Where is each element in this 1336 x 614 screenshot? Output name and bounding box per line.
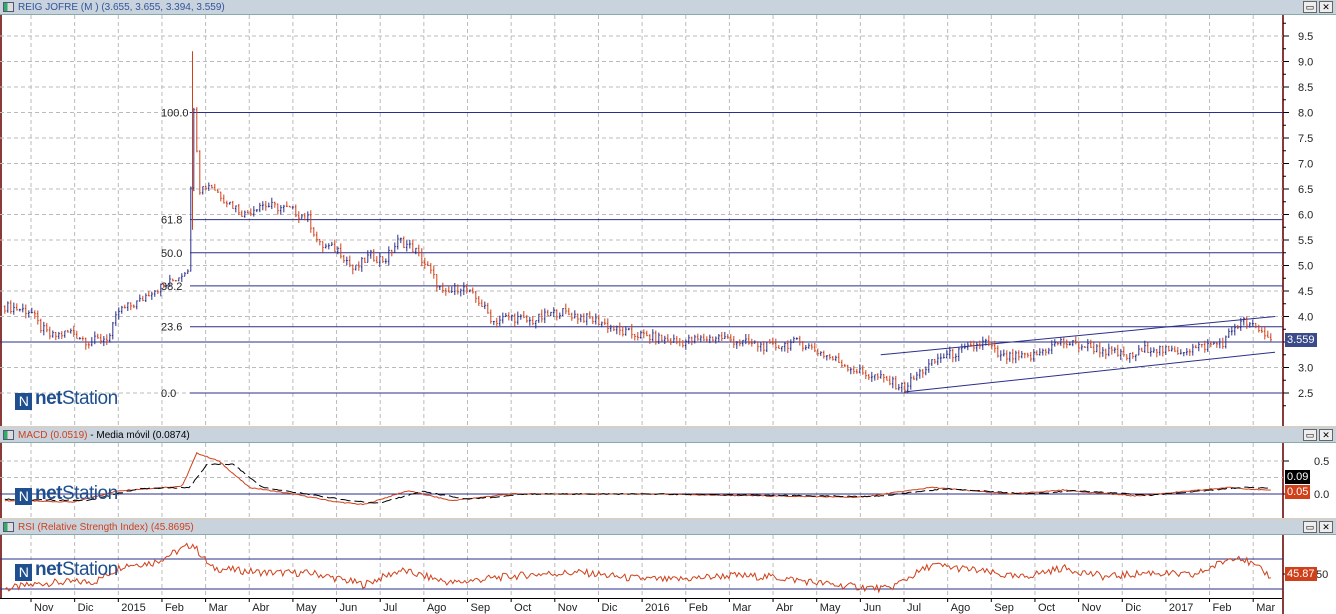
y-tick-label: 8.0 bbox=[1298, 108, 1313, 120]
y-tick-label: 50 bbox=[1316, 569, 1328, 581]
last-price-tag: 3.559 bbox=[1285, 333, 1317, 347]
netstation-logo: NnetStation bbox=[15, 483, 118, 505]
x-tick-label: Abr bbox=[252, 602, 269, 614]
y-tick-label: 4.5 bbox=[1298, 286, 1313, 298]
x-tick-label: Jul bbox=[907, 602, 921, 614]
y-tick-label: 8.5 bbox=[1298, 82, 1313, 94]
y-tick-label: 5.5 bbox=[1298, 235, 1313, 247]
netstation-logo: NnetStation bbox=[15, 388, 118, 410]
channel-line bbox=[903, 351, 1276, 393]
rsi-panel-titlebar: RSI (Relative Strength Index) (45.8695) … bbox=[0, 520, 1336, 535]
x-tick-label: Feb bbox=[689, 602, 708, 614]
y-tick-label: 0.0 bbox=[1314, 489, 1329, 501]
date-axis: Nov Dic 2015 Feb Mar Abr May Jun Jul Ago Sep Oct Nov… bbox=[0, 598, 1336, 614]
x-tick-label: Jul bbox=[383, 602, 397, 614]
x-tick-label: Mar bbox=[1256, 602, 1275, 614]
macd-title: MACD (0.0519) bbox=[18, 430, 88, 441]
channel-line bbox=[880, 316, 1276, 356]
x-tick-label: Nov bbox=[1082, 602, 1102, 614]
price-chart[interactable]: 2.53.03.54.04.55.05.56.06.57.07.58.08.59… bbox=[0, 15, 1336, 426]
signal-title: Media móvil (0.0874) bbox=[96, 430, 190, 441]
rsi-title: RSI (Relative Strength Index) (45.8695) bbox=[18, 522, 194, 533]
chart-window-icon bbox=[3, 2, 14, 12]
y-tick-label: 9.0 bbox=[1298, 57, 1313, 69]
macd-panel: MACD (0.0519) - Media móvil (0.0874) ▭ ✕… bbox=[0, 428, 1336, 518]
y-tick-label: 3.0 bbox=[1298, 363, 1313, 375]
netstation-logo: NnetStation bbox=[15, 559, 118, 581]
macd-value-tag: 0.05 bbox=[1285, 485, 1311, 499]
x-tick-label: Oct bbox=[514, 602, 531, 614]
x-tick-label: 2015 bbox=[121, 602, 145, 614]
fibonacci-label: 0.0 bbox=[161, 388, 176, 400]
y-tick-label: 0.5 bbox=[1314, 456, 1329, 468]
y-tick-label: 9.5 bbox=[1298, 31, 1313, 43]
x-tick-label: Dic bbox=[1125, 602, 1141, 614]
netstation-logo-icon: N bbox=[15, 393, 32, 410]
x-tick-label: 2016 bbox=[645, 602, 669, 614]
price-panel: REIG JOFRE (M ) (3.655, 3.655, 3.394, 3.… bbox=[0, 0, 1336, 426]
x-tick-label: Feb bbox=[1213, 602, 1232, 614]
x-tick-label: Jun bbox=[340, 602, 358, 614]
restore-button[interactable]: ▭ bbox=[1303, 1, 1317, 13]
rsi-value-tag: 45.87 bbox=[1285, 567, 1317, 581]
x-tick-label: Feb bbox=[165, 602, 184, 614]
netstation-logo-icon: N bbox=[15, 488, 32, 505]
x-tick-label: Dic bbox=[78, 602, 94, 614]
fibonacci-label: 100.0 bbox=[161, 108, 189, 120]
x-tick-label: Mar bbox=[732, 602, 751, 614]
fibonacci-label: 23.6 bbox=[161, 322, 182, 334]
restore-button[interactable]: ▭ bbox=[1303, 429, 1317, 441]
rsi-panel: RSI (Relative Strength Index) (45.8695) … bbox=[0, 520, 1336, 598]
y-tick-label: 5.0 bbox=[1298, 261, 1313, 273]
x-tick-label: Sep bbox=[471, 602, 491, 614]
x-tick-label: Dic bbox=[601, 602, 617, 614]
x-tick-label: Ago bbox=[951, 602, 971, 614]
macd-panel-titlebar: MACD (0.0519) - Media móvil (0.0874) ▭ ✕ bbox=[0, 428, 1336, 443]
signal-line bbox=[4, 463, 1271, 504]
x-tick-label: Nov bbox=[34, 602, 54, 614]
fibonacci-label: 61.8 bbox=[161, 215, 182, 227]
close-button[interactable]: ✕ bbox=[1319, 521, 1333, 533]
netstation-logo-icon: N bbox=[15, 564, 32, 581]
restore-button[interactable]: ▭ bbox=[1303, 521, 1317, 533]
chart-window-icon bbox=[3, 522, 14, 532]
y-tick-label: 7.0 bbox=[1298, 159, 1313, 171]
price-panel-title: REIG JOFRE (M ) (3.655, 3.655, 3.394, 3.… bbox=[18, 2, 225, 13]
y-tick-label: 6.0 bbox=[1298, 210, 1313, 222]
y-tick-label: 4.0 bbox=[1298, 312, 1313, 324]
x-tick-label: Ago bbox=[427, 602, 447, 614]
x-tick-label: Mar bbox=[209, 602, 228, 614]
price-panel-titlebar: REIG JOFRE (M ) (3.655, 3.655, 3.394, 3.… bbox=[0, 0, 1336, 15]
x-tick-label: 2017 bbox=[1169, 602, 1193, 614]
x-tick-label: Sep bbox=[994, 602, 1014, 614]
x-tick-label: May bbox=[296, 602, 317, 614]
x-tick-label: Abr bbox=[776, 602, 793, 614]
fibonacci-label: 50.0 bbox=[161, 248, 182, 260]
x-tick-label: May bbox=[820, 602, 841, 614]
x-tick-label: Nov bbox=[558, 602, 578, 614]
rsi-line bbox=[4, 542, 1271, 594]
close-button[interactable]: ✕ bbox=[1319, 429, 1333, 441]
x-tick-label: Jun bbox=[863, 602, 881, 614]
signal-value-tag: 0.09 bbox=[1285, 470, 1311, 484]
rsi-chart[interactable]: 50 bbox=[0, 535, 1336, 598]
y-tick-label: 6.5 bbox=[1298, 184, 1313, 196]
x-tick-label: Oct bbox=[1038, 602, 1055, 614]
y-tick-label: 7.5 bbox=[1298, 133, 1313, 145]
close-button[interactable]: ✕ bbox=[1319, 1, 1333, 13]
y-tick-label: 2.5 bbox=[1298, 388, 1313, 400]
chart-window-icon bbox=[3, 430, 14, 440]
macd-chart[interactable]: 0.0 0.5 bbox=[0, 443, 1336, 518]
